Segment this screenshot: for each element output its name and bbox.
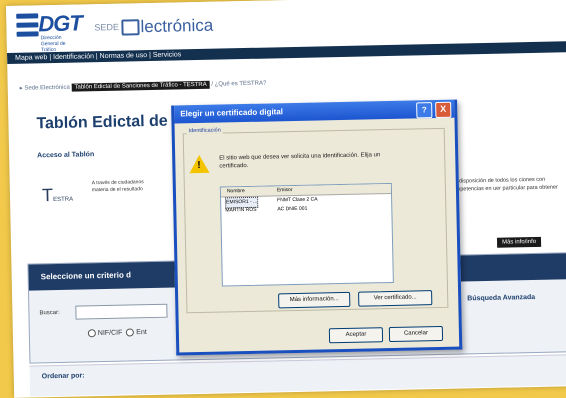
accept-button[interactable]: Aceptar (328, 327, 384, 344)
page-title: Tablón Edictal de (36, 112, 168, 133)
more-info-button[interactable]: Más información... (278, 291, 351, 309)
ordenar-label: Ordenar por: (41, 372, 85, 381)
sede-electronica-banner[interactable]: SEDE lectrónica (94, 16, 213, 38)
warning-icon: ! (189, 154, 210, 174)
dialog-titlebar[interactable]: Elegir un certificado digital ? X (174, 99, 455, 124)
help-icon[interactable]: ? (416, 102, 433, 119)
busqueda-avanzada-link[interactable]: Búsqueda Avanzada (467, 294, 535, 302)
acceso-heading[interactable]: Acceso al Tablón (37, 151, 94, 159)
sede-main: lectrónica (140, 15, 214, 37)
testra-logo-small: ESTRA (53, 196, 74, 204)
browser-page: DGT Dirección General de Tráfico SEDE le… (6, 0, 566, 398)
cancel-button[interactable]: Cancelar (388, 325, 444, 343)
breadcrumb: ▸ Sede Electrónica Tablón Edictal de San… (20, 80, 267, 92)
certificate-list[interactable]: Nombre Emisor EMISOR1 - ... FNMT Clase 2… (219, 182, 394, 287)
col-name[interactable]: Nombre (227, 187, 245, 196)
logo-text: DGT (38, 10, 83, 37)
sede-prefix: SEDE (94, 22, 120, 33)
radio-nif-label: NIF/CIF (97, 329, 123, 337)
view-certificate-button[interactable]: Ver certificado... (358, 290, 433, 307)
cert-name: MARTIN ROS (225, 206, 257, 214)
breadcrumb-home[interactable]: Sede Electrónica (24, 85, 69, 92)
group-label: Identificación (186, 127, 223, 135)
description-right: e a disposición de todos los ciones con … (449, 176, 558, 193)
col-issuer[interactable]: Emisor (277, 186, 293, 195)
buscar-label: Buscar: (39, 309, 60, 317)
dialog-title: Elegir un certificado digital (180, 107, 284, 119)
radio-nif[interactable] (87, 329, 96, 338)
logo-subtitle: Dirección General de Tráfico (40, 34, 66, 54)
dgt-logo-icon (16, 13, 39, 41)
e-logo-icon (121, 19, 140, 36)
breadcrumb-current[interactable]: Tablón Edictal de Sanciones de Tráfico -… (71, 80, 210, 92)
testra-logo: TESTRA (42, 185, 73, 207)
radio-ent[interactable] (126, 328, 135, 337)
mas-info-button[interactable]: Más info/info (496, 236, 542, 248)
testra-logo-letter: T (41, 185, 54, 206)
dgt-logo[interactable]: DGT Dirección General de Tráfico (16, 9, 82, 53)
radio-ent-label: Ent (136, 328, 147, 337)
description-left: A través de ciudadanos materia de el res… (91, 179, 144, 194)
search-input[interactable] (75, 303, 168, 320)
search-type-radios: NIF/CIF Ent (87, 328, 147, 338)
breadcrumb-rest[interactable]: / ¿Qué es TESTRA? (211, 81, 266, 88)
certificate-dialog: Elegir un certificado digital ? X Identi… (171, 99, 463, 356)
cert-issuer: AC DNIE 001 (277, 205, 308, 213)
close-icon[interactable]: X (435, 101, 452, 119)
